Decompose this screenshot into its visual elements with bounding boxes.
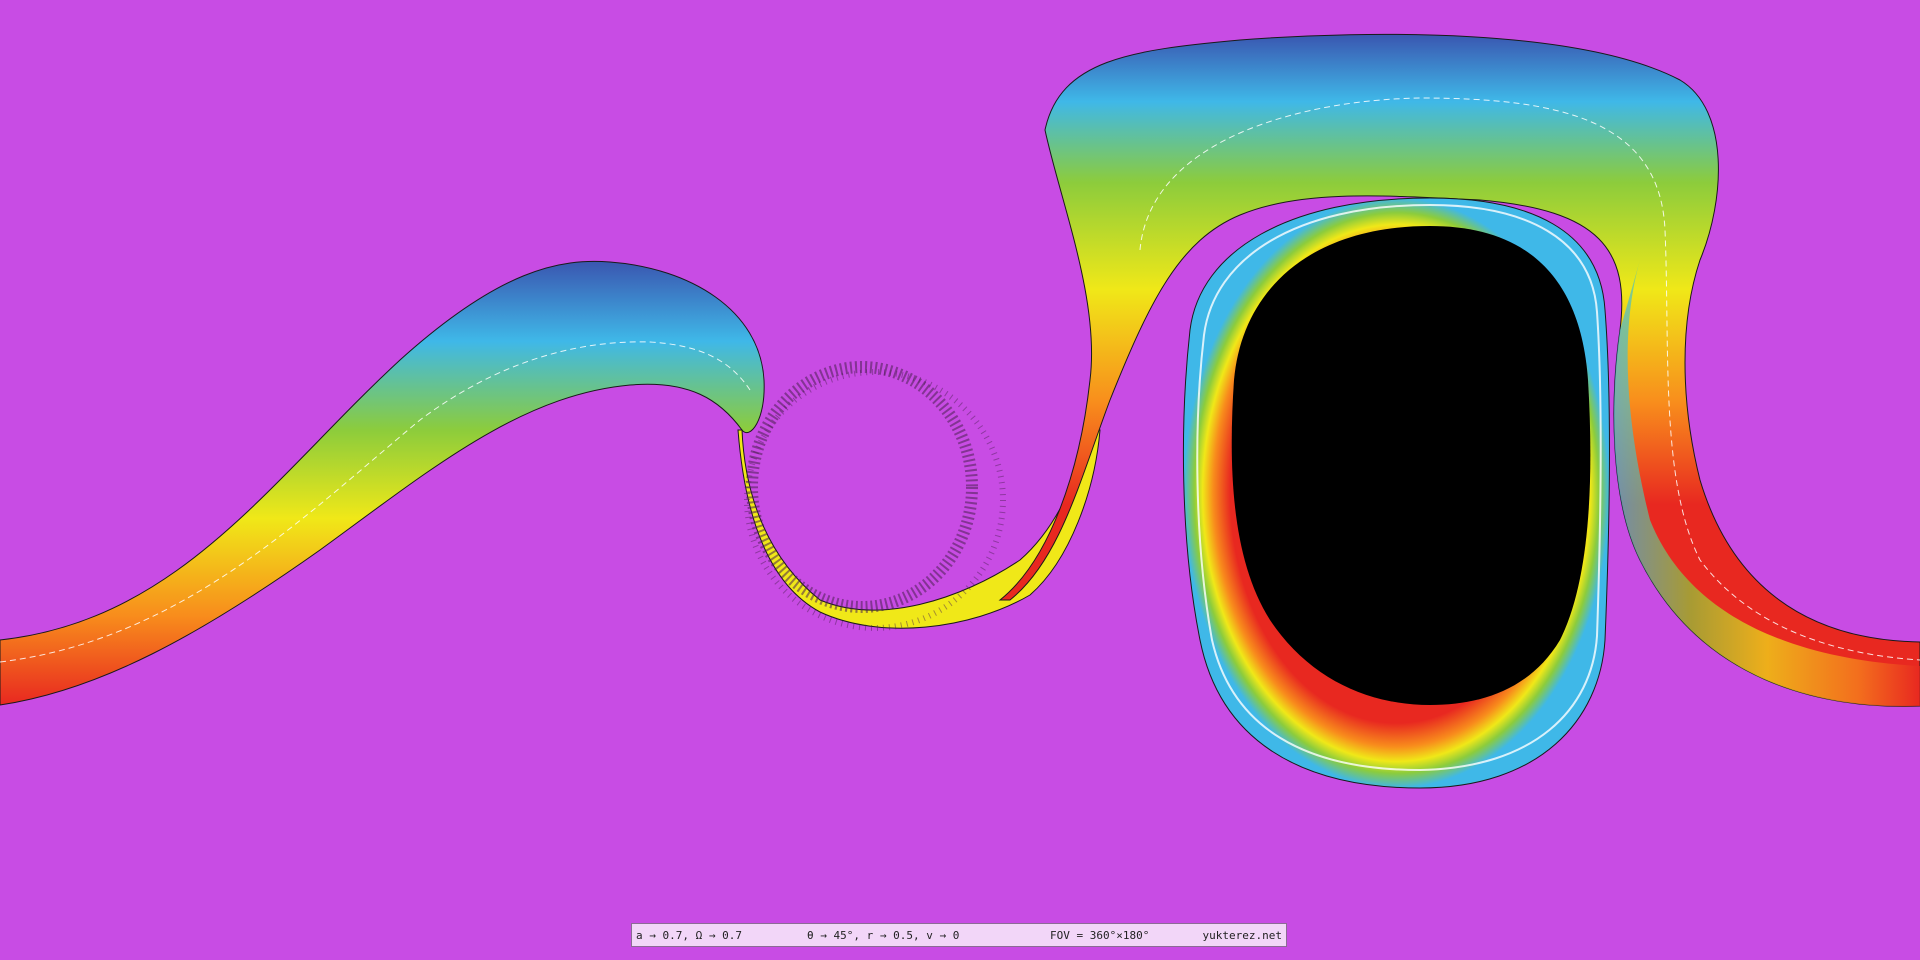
credit-link[interactable]: yukterez.net: [1203, 929, 1282, 942]
black-hole-shadow: [1231, 226, 1591, 705]
lensed-band-left: [0, 260, 765, 706]
field-of-view: FOV = 360°×180°: [1050, 929, 1150, 942]
status-bar: a → 0.7, Ω → 0.7 θ → 45°, r → 0.5, v → 0…: [631, 923, 1287, 947]
observer-parameters: θ → 45°, r → 0.5, v → 0: [807, 929, 960, 942]
spin-parameters: a → 0.7, Ω → 0.7: [636, 929, 742, 942]
lensed-thin-band: [737, 429, 1101, 629]
black-hole-render: [0, 33, 1920, 789]
